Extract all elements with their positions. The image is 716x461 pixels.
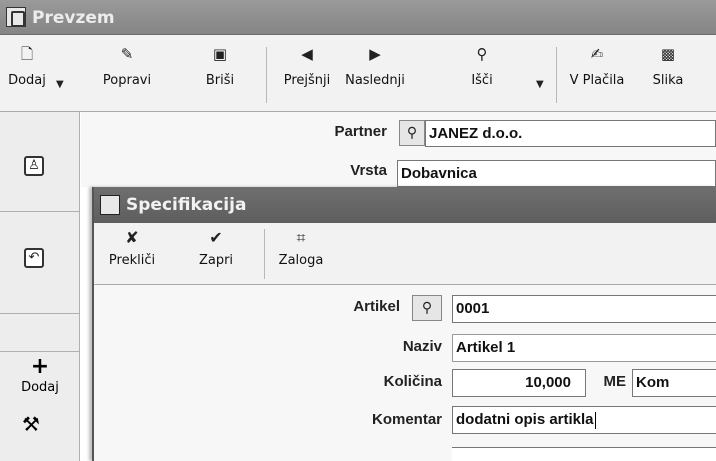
side-panel-section: ♙	[0, 112, 80, 212]
main-form: Partner ⚲ JANEZ d.o.o. Vrsta Dobavnica	[81, 112, 716, 187]
search-icon: ⚲	[406, 125, 418, 141]
vrsta-label: Vrsta	[350, 162, 387, 179]
payments-icon: ✍	[590, 45, 604, 63]
dialog-titlebar: Specifikacija	[94, 187, 716, 223]
search-button-label: Išči	[471, 73, 493, 88]
toolbar-separator	[556, 47, 557, 103]
toolbar-separator	[266, 47, 267, 103]
add-dropdown-arrow[interactable]: ▼	[56, 79, 64, 90]
edit-icon: ✎	[120, 45, 134, 63]
cancel-button-label: Prekliči	[108, 253, 156, 268]
side-add-button[interactable]: + Dodaj	[20, 354, 60, 396]
main-window-titlebar: Prevzem	[0, 0, 716, 35]
image-icon: ▩	[660, 45, 676, 63]
close-ok-button-label: Zapri	[198, 253, 234, 268]
close-ok-button[interactable]: ✔ Zapri	[194, 227, 238, 281]
hammer-icon[interactable]: ⚒	[22, 412, 40, 436]
stock-icon: ⌗	[296, 228, 306, 247]
search-icon: ⚲	[421, 300, 433, 316]
previous-button[interactable]: ◀ Prejšnji	[276, 41, 338, 105]
me-label: ME	[603, 373, 627, 390]
main-toolbar: 🗋 Dodaj ▼ ✎ Popravi ▣ Briši ◀ Prejšnji ▶…	[0, 35, 716, 112]
artikel-field[interactable]: 0001	[452, 295, 716, 323]
to-payments-button-label: V Plačila	[569, 73, 625, 88]
artikel-label: Artikel	[353, 298, 400, 315]
partner-label: Partner	[334, 123, 387, 140]
edit-button-label: Popravi	[102, 73, 152, 88]
toolbar-separator	[264, 229, 265, 279]
komentar-field[interactable]: dodatni opis artikla	[452, 406, 716, 434]
edit-button[interactable]: ✎ Popravi	[96, 41, 158, 105]
add-doc-icon: 🗋	[20, 45, 34, 63]
to-payments-button[interactable]: ✍ V Plačila	[566, 41, 628, 105]
previous-button-label: Prejšnji	[283, 73, 331, 88]
vrsta-field[interactable]: Dobavnica	[397, 160, 716, 187]
cancel-button[interactable]: ✘ Prekliči	[106, 227, 158, 281]
kolicina-label: Količina	[383, 373, 442, 390]
next-icon: ▶	[369, 45, 381, 63]
specification-dialog: Specifikacija ✘ Prekliči ✔ Zapri ⌗ Zalog…	[92, 187, 716, 461]
stock-button[interactable]: ⌗ Zaloga	[274, 227, 328, 281]
delete-icon: ▣	[212, 45, 228, 63]
side-panel: ♙ ↶ + Dodaj ⚒	[0, 112, 80, 461]
text-cursor	[594, 411, 596, 429]
plus-icon: +	[30, 354, 50, 379]
naziv-label: Naziv	[402, 338, 442, 355]
stock-button-label: Zaloga	[278, 253, 324, 268]
artikel-search-button[interactable]: ⚲	[412, 295, 442, 321]
search-dropdown-arrow[interactable]: ▼	[536, 79, 544, 90]
me-field[interactable]: Kom	[632, 369, 716, 397]
side-add-label: Dodaj	[21, 380, 59, 395]
next-button-label: Naslednji	[345, 73, 405, 88]
search-button[interactable]: ⚲ Išči	[462, 41, 502, 105]
image-button-label: Slika	[652, 73, 684, 88]
dialog-title: Specifikacija	[126, 195, 247, 215]
delete-button[interactable]: ▣ Briši	[196, 41, 244, 105]
dialog-form: Artikel ⚲ 0001 Naziv Artikel 1 Količina …	[94, 285, 716, 461]
dialog-app-icon	[100, 195, 120, 215]
dialog-toolbar: ✘ Prekliči ✔ Zapri ⌗ Zaloga	[94, 223, 716, 285]
delete-button-label: Briši	[205, 73, 235, 88]
search-icon: ⚲	[476, 45, 488, 63]
kolicina-field[interactable]: 10,000	[452, 369, 586, 397]
next-button[interactable]: ▶ Naslednji	[340, 41, 410, 105]
image-button[interactable]: ▩ Slika	[646, 41, 690, 105]
komentar-value: dodatni opis artikla	[456, 411, 594, 428]
side-panel-section: ↶	[0, 212, 80, 314]
checkmark-icon: ✔	[209, 228, 223, 247]
add-button[interactable]: 🗋 Dodaj	[6, 41, 48, 105]
person-icon[interactable]: ♙	[24, 156, 44, 176]
side-panel-section	[0, 314, 80, 352]
main-window-title: Prevzem	[32, 8, 115, 28]
partner-search-button[interactable]: ⚲	[399, 120, 425, 146]
cancel-x-icon: ✘	[125, 228, 139, 247]
naziv-field[interactable]: Artikel 1	[452, 334, 716, 362]
add-button-label: Dodaj	[8, 73, 46, 88]
next-field-partial[interactable]	[452, 447, 716, 461]
prev-icon: ◀	[301, 45, 313, 63]
app-icon	[6, 7, 26, 27]
back-arrow-icon[interactable]: ↶	[24, 248, 44, 268]
komentar-label: Komentar	[371, 411, 442, 428]
partner-field[interactable]: JANEZ d.o.o.	[425, 120, 716, 147]
